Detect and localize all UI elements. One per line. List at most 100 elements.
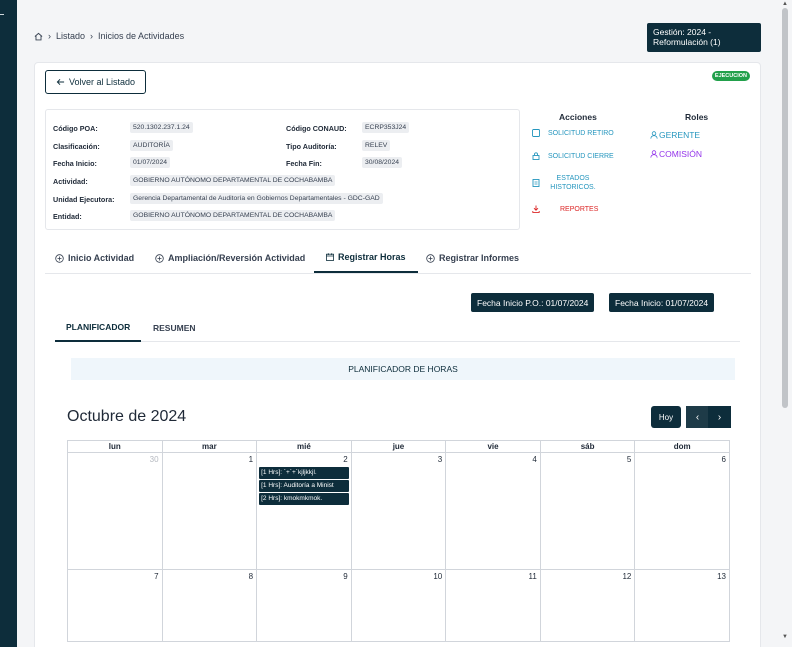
scrollbar-thumb[interactable] xyxy=(782,8,788,408)
fecha-inicio-po-pill: Fecha Inicio P.O.: 01/07/2024 xyxy=(471,293,595,312)
day-number: 6 xyxy=(721,455,726,464)
calendar-day-cell[interactable]: 5 xyxy=(539,452,636,570)
main-area: › Listado › Inicios de Actividades Gesti… xyxy=(17,0,779,647)
calendar-day-cell[interactable]: 13 xyxy=(634,569,730,642)
gestion-badge[interactable]: Gestión: 2024 - Reformulación (1) xyxy=(647,23,761,52)
breadcrumb-listado[interactable]: Listado xyxy=(56,31,85,41)
plus-circle-icon xyxy=(155,253,164,263)
page-scrollbar[interactable]: ▲ ▼ xyxy=(779,0,792,647)
estados-historicos-action[interactable]: ESTADOS HISTORICOS. xyxy=(532,174,598,192)
day-number: 12 xyxy=(622,572,632,581)
day-number: 30 xyxy=(149,455,159,464)
day-number: 2 xyxy=(343,455,348,464)
tab-ampliacion[interactable]: Ampliación/Reversión Actividad xyxy=(155,243,305,273)
day-number: 1 xyxy=(248,455,254,464)
calendar-day-cell[interactable]: 9 xyxy=(256,569,352,642)
calendar-day-cell[interactable]: 3 xyxy=(350,452,447,570)
codigo-poa-value: 520.1302.237.1.24 xyxy=(130,122,193,133)
codigo-conaud-label: Código CONAUD: xyxy=(286,124,347,133)
calendar-event[interactable]: [1 Hrs]: ´+´+´kjljkkjl. xyxy=(259,467,349,479)
home-icon[interactable] xyxy=(34,32,43,41)
day-number: 9 xyxy=(343,572,348,581)
calendar-icon xyxy=(326,253,334,261)
estados-line-1: ESTADOS xyxy=(556,175,590,182)
weekday-header: dom xyxy=(634,440,730,453)
gestion-line-2: Reformulación (1) xyxy=(653,37,721,47)
fecha-fin-value: 30/08/2024 xyxy=(362,157,403,168)
day-number: 4 xyxy=(532,455,537,464)
document-icon xyxy=(532,179,540,187)
fecha-inicio-value: 01/07/2024 xyxy=(130,157,171,168)
codigo-conaud-value: ECRP353J24 xyxy=(362,122,410,133)
fecha-inicio-pill: Fecha Inicio: 01/07/2024 xyxy=(609,293,715,312)
solicitud-retiro-label: SOLICITUD RETIRO xyxy=(548,129,614,137)
calendar-day-cell[interactable]: 8 xyxy=(161,569,258,642)
entidad-label: Entidad: xyxy=(53,212,82,221)
weekday-header: mié xyxy=(256,440,352,453)
calendar-day-cell[interactable]: 4 xyxy=(445,452,541,570)
role-comision[interactable]: COMISIÓN xyxy=(650,149,702,159)
tab-inicio-label: Inicio Actividad xyxy=(68,253,135,263)
tab-inicio-actividad[interactable]: Inicio Actividad xyxy=(55,243,134,273)
calendar-day-cell[interactable]: 30 xyxy=(67,452,163,570)
download-icon xyxy=(532,205,540,213)
solicitud-cierre-action[interactable]: SOLICITUD CIERRE xyxy=(532,152,614,160)
day-number: 5 xyxy=(626,455,632,464)
sidebar xyxy=(0,0,17,647)
role-comision-label: COMISIÓN xyxy=(659,149,702,159)
subtab-resumen[interactable]: RESUMEN xyxy=(142,313,207,342)
planner-banner: PLANIFICADOR DE HORAS xyxy=(71,358,735,380)
reportes-label: REPORTES xyxy=(560,205,599,213)
day-number: 8 xyxy=(248,572,254,581)
weekday-header: jue xyxy=(350,440,447,453)
status-badge: EJECUCION xyxy=(711,71,750,81)
fecha-fin-label: Fecha Fin: xyxy=(286,159,322,168)
solicitud-cierre-label: SOLICITUD CIERRE xyxy=(548,152,614,160)
back-to-list-button[interactable]: Volver al Listado xyxy=(45,70,146,94)
calendar-day-cell[interactable]: 6 xyxy=(634,452,730,570)
codigo-poa-label: Código POA: xyxy=(53,124,98,133)
tab-registrar-horas[interactable]: Registrar Horas xyxy=(314,243,418,273)
back-button-label: Volver al Listado xyxy=(68,77,136,87)
tab-ampliacion-label: Ampliación/Reversión Actividad xyxy=(168,253,306,263)
solicitud-retiro-action[interactable]: SOLICITUD RETIRO xyxy=(532,129,614,137)
day-number: 7 xyxy=(154,572,159,581)
calendar-grid: lun mar mié jue vie sáb dom 30 1 2 [1 Hr… xyxy=(67,440,730,642)
today-button[interactable]: Hoy xyxy=(651,406,681,428)
scroll-down-icon[interactable]: ▼ xyxy=(782,634,788,640)
user-icon xyxy=(650,150,658,158)
breadcrumb-current: Inicios de Actividades xyxy=(98,31,185,41)
day-number: 3 xyxy=(437,455,443,464)
menu-toggle-icon[interactable] xyxy=(0,14,4,15)
calendar-day-cell[interactable]: 11 xyxy=(445,569,541,642)
unidad-ejecutora-label: Unidad Ejecutora: xyxy=(53,195,115,204)
calendar-day-cell[interactable]: 12 xyxy=(539,569,636,642)
breadcrumb: › Listado › Inicios de Actividades xyxy=(34,31,184,41)
entidad-value: GOBIERNO AUTÓNOMO DEPARTAMENTAL DE COCHA… xyxy=(130,210,336,221)
activity-card: EJECUCION Volver al Listado Código POA: … xyxy=(34,62,761,647)
next-month-button[interactable]: › xyxy=(708,406,731,428)
calendar-event[interactable]: [1 Hrs]: Auditoría a Minist xyxy=(259,480,349,492)
calendar-day-cell[interactable]: 10 xyxy=(350,569,447,642)
scroll-up-icon[interactable]: ▲ xyxy=(782,1,788,7)
actividad-label: Actividad: xyxy=(53,177,88,186)
chevron-left-icon: ‹ xyxy=(695,411,700,423)
calendar-day-cell[interactable]: 1 xyxy=(161,452,258,570)
calendar-day-cell[interactable]: 2 [1 Hrs]: ´+´+´kjljkkjl. [1 Hrs]: Audit… xyxy=(256,452,352,570)
reportes-action[interactable]: REPORTES xyxy=(532,205,598,213)
day-number: 13 xyxy=(717,572,726,581)
weekday-header: sáb xyxy=(539,440,636,453)
weekday-header: mar xyxy=(161,440,258,453)
tab-registrar-informes[interactable]: Registrar Informes xyxy=(426,243,519,273)
clasificacion-value: AUDITORÍA xyxy=(130,140,173,151)
role-gerente-label: GERENTE xyxy=(659,130,701,140)
unidad-ejecutora-value: Gerencia Departamental de Auditoría en G… xyxy=(130,193,383,204)
prev-month-button[interactable]: ‹ xyxy=(686,406,709,428)
calendar-event[interactable]: [2 Hrs]: kmokmkmok. xyxy=(259,493,349,505)
chevron-right-icon: › xyxy=(48,31,51,41)
tab-registrar-informes-label: Registrar Informes xyxy=(439,253,520,263)
role-gerente[interactable]: GERENTE xyxy=(650,130,700,140)
square-icon xyxy=(532,129,540,137)
calendar-day-cell[interactable]: 7 xyxy=(67,569,163,642)
subtab-planificador[interactable]: PLANIFICADOR xyxy=(55,313,142,342)
